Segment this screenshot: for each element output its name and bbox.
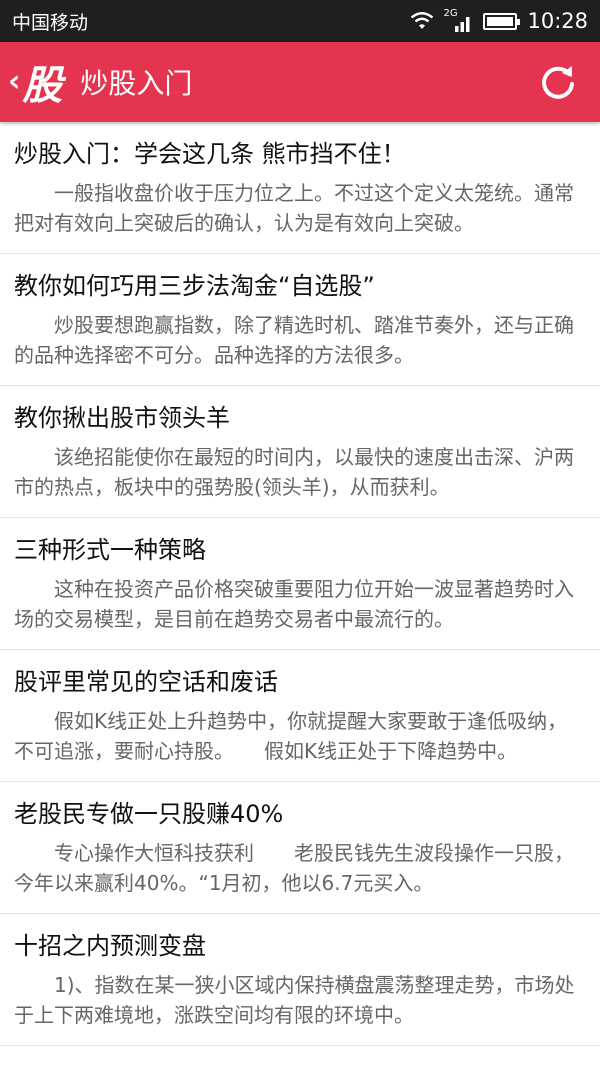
article-list-item[interactable]: 股评里常见的空话和废话 假如K线正处上升趋势中，你就提醒大家要敢于逢低吸纳，不可… <box>0 650 600 782</box>
article-summary: 一般指收盘价收于压力位之上。不过这个定义太笼统。通常把对有效向上突破后的确认，认… <box>14 181 574 235</box>
page-title: 炒股入门 <box>80 67 193 100</box>
article-summary: 该绝招能使你在最短的时间内，以最快的速度出击深、沪两市的热点，板块中的强势股(领… <box>14 445 574 499</box>
article-list-item[interactable]: 炒股入门：学会这几条 熊市挡不住！ 一般指收盘价收于压力位之上。不过这个定义太笼… <box>0 122 600 254</box>
battery-icon <box>483 12 521 30</box>
article-summary: 1)、指数在某一狭小区域内保持横盘震荡整理走势，市场处于上下两难境地，涨跌空间均… <box>14 973 575 1027</box>
article-summary: 假如K线正处上升趋势中，你就提醒大家要敢于逢低吸纳，不可追涨，要耐心持股。 假如… <box>14 709 568 763</box>
signal-indicator: 2G <box>443 8 473 32</box>
refresh-icon[interactable] <box>538 62 578 102</box>
article-summary: 这种在投资产品价格突破重要阻力位开始一波显著趋势时入场的交易模型，是目前在趋势交… <box>14 577 574 631</box>
article-title: 老股民专做一只股赚40% <box>14 800 284 828</box>
article-list-item[interactable]: 老股民专做一只股赚40% 专心操作大恒科技获利 老股民钱先生波段操作一只股，今年… <box>0 782 600 914</box>
network-type-label: 2G <box>443 8 458 19</box>
article-summary: 专心操作大恒科技获利 老股民钱先生波段操作一只股，今年以来赢利40%。“1月初，… <box>14 841 574 895</box>
article-list: 炒股入门：学会这几条 熊市挡不住！ 一般指收盘价收于压力位之上。不过这个定义太笼… <box>0 122 600 1046</box>
app-header: ‹ 股 炒股入门 <box>0 42 600 122</box>
article-title: 三种形式一种策略 <box>14 536 206 564</box>
article-list-item[interactable]: 教你如何巧用三步法淘金“自选股” 炒股要想跑赢指数，除了精选时机、踏准节奏外，还… <box>0 254 600 386</box>
back-chevron-icon[interactable]: ‹ <box>8 67 20 97</box>
article-title: 教你如何巧用三步法淘金“自选股” <box>14 272 375 300</box>
wifi-icon <box>411 12 434 29</box>
article-list-item[interactable]: 十招之内预测变盘 1)、指数在某一狭小区域内保持横盘震荡整理走势，市场处于上下两… <box>0 914 600 1046</box>
app-logo: 股 <box>22 62 63 109</box>
article-title: 教你揪出股市领头羊 <box>14 404 230 432</box>
article-list-item[interactable]: 三种形式一种策略 这种在投资产品价格突破重要阻力位开始一波显著趋势时入场的交易模… <box>0 518 600 650</box>
article-summary: 炒股要想跑赢指数，除了精选时机、踏准节奏外，还与正确的品种选择密不可分。品种选择… <box>14 313 574 367</box>
article-title: 十招之内预测变盘 <box>14 932 206 960</box>
article-title: 股评里常见的空话和废话 <box>14 668 278 696</box>
clock-label: 10:28 <box>527 9 588 33</box>
article-list-item[interactable]: 教你揪出股市领头羊 该绝招能使你在最短的时间内，以最快的速度出击深、沪两市的热点… <box>0 386 600 518</box>
status-bar: 中国移动 2G 10:28 <box>0 0 600 42</box>
article-title: 炒股入门：学会这几条 熊市挡不住！ <box>14 140 406 168</box>
status-icons: 2G 10:28 <box>409 8 588 33</box>
carrier-label: 中国移动 <box>12 11 89 34</box>
